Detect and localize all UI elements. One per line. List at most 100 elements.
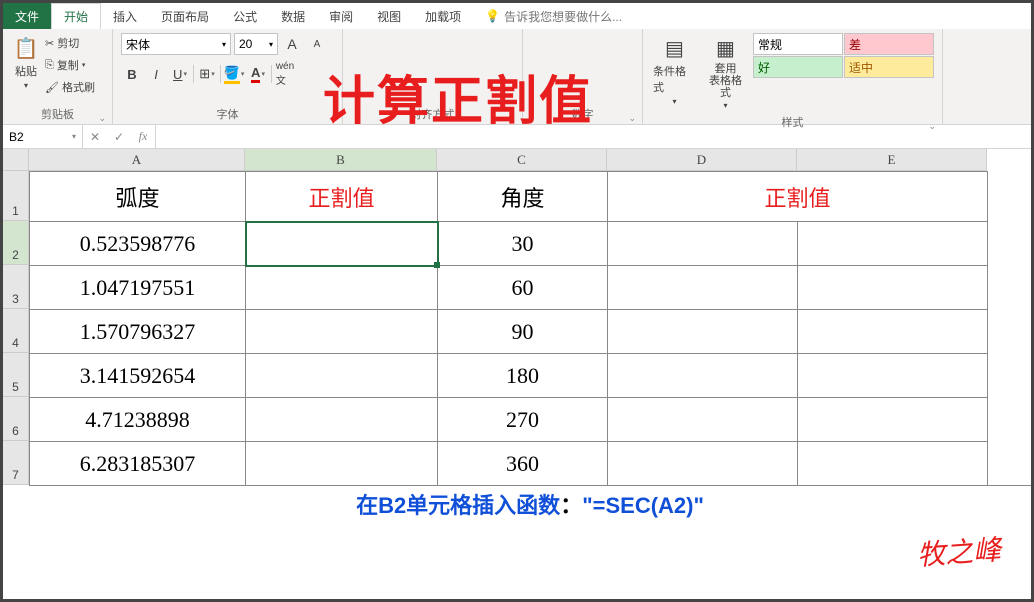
row-header-6[interactable]: 6 (3, 397, 29, 441)
cell[interactable]: 6.283185307 (30, 442, 246, 486)
cell[interactable] (246, 222, 438, 266)
select-all-corner[interactable] (3, 149, 29, 171)
row-header-2[interactable]: 2 (3, 221, 29, 265)
cell[interactable] (798, 266, 988, 310)
cell[interactable]: 1.570796327 (30, 310, 246, 354)
shrink-font-button[interactable]: A (306, 33, 328, 55)
header-cell[interactable]: 角度 (438, 172, 608, 222)
cell[interactable] (608, 266, 798, 310)
cell[interactable] (608, 222, 798, 266)
tell-me[interactable]: 💡告诉我您想要做什么... (473, 3, 634, 29)
cell[interactable] (608, 354, 798, 398)
bucket-icon: 🪣 (224, 65, 240, 84)
row-header-4[interactable]: 4 (3, 309, 29, 353)
tab-review[interactable]: 审阅 (317, 3, 365, 29)
cell[interactable]: 4.71238898 (30, 398, 246, 442)
cell[interactable] (798, 310, 988, 354)
tab-data[interactable]: 数据 (269, 3, 317, 29)
style-good[interactable]: 好 (753, 56, 843, 78)
header-cell[interactable]: 弧度 (30, 172, 246, 222)
header-cell[interactable]: 正割值 (246, 172, 438, 222)
bold-button[interactable]: B (121, 63, 143, 85)
col-header-D[interactable]: D (607, 149, 797, 171)
row-header-3[interactable]: 3 (3, 265, 29, 309)
borders-button[interactable]: ⊞ (196, 63, 218, 85)
cut-button[interactable]: ✂剪切 (45, 33, 95, 53)
cell[interactable] (246, 354, 438, 398)
font-color-button[interactable]: A (247, 63, 269, 85)
cell[interactable] (246, 398, 438, 442)
scissors-icon: ✂ (45, 37, 54, 50)
group-label-number: 数字 (531, 104, 634, 124)
font-size-combo[interactable]: 20▾ (234, 33, 278, 55)
clipboard-icon: 📋 (13, 35, 39, 61)
cell[interactable] (246, 310, 438, 354)
cell[interactable] (608, 442, 798, 486)
tab-view[interactable]: 视图 (365, 3, 413, 29)
fill-color-button[interactable]: 🪣 (223, 63, 245, 85)
cell[interactable]: 270 (438, 398, 608, 442)
tab-insert[interactable]: 插入 (101, 3, 149, 29)
copy-button[interactable]: ⎘复制▾ (45, 55, 95, 75)
name-box[interactable]: B2 (3, 125, 83, 148)
grow-font-button[interactable]: A (281, 33, 303, 55)
tab-layout[interactable]: 页面布局 (149, 3, 221, 29)
style-bad[interactable]: 差 (844, 33, 934, 55)
tab-home[interactable]: 开始 (51, 3, 101, 29)
cell[interactable] (246, 266, 438, 310)
cell[interactable] (798, 222, 988, 266)
style-neutral[interactable]: 适中 (844, 56, 934, 78)
style-normal[interactable]: 常规 (753, 33, 843, 55)
conditional-format-button[interactable]: ▤ 条件格式▾ (651, 33, 698, 108)
tab-file[interactable]: 文件 (3, 3, 51, 29)
table-icon: ▦ (713, 35, 739, 61)
accept-formula-button[interactable]: ✓ (107, 125, 131, 148)
col-header-C[interactable]: C (437, 149, 607, 171)
cell[interactable]: 360 (438, 442, 608, 486)
cell[interactable] (798, 354, 988, 398)
cell[interactable] (798, 398, 988, 442)
cond-format-icon: ▤ (662, 35, 688, 61)
cell[interactable] (798, 442, 988, 486)
italic-button[interactable]: I (145, 63, 167, 85)
font-name-combo[interactable]: 宋体▾ (121, 33, 231, 55)
cell[interactable]: 60 (438, 266, 608, 310)
paste-button[interactable]: 📋 粘贴 ▾ (11, 33, 41, 92)
col-header-B[interactable]: B (245, 149, 437, 171)
row-header-7[interactable]: 7 (3, 441, 29, 485)
format-painter-button[interactable]: 🖌格式刷 (45, 77, 95, 97)
cell[interactable] (608, 310, 798, 354)
ribbon-tabs: 文件 开始 插入 页面布局 公式 数据 审阅 视图 加载项 💡告诉我您想要做什么… (3, 3, 1031, 29)
row-header-5[interactable]: 5 (3, 353, 29, 397)
row-header-1[interactable]: 1 (3, 171, 29, 221)
cell[interactable]: 180 (438, 354, 608, 398)
ribbon: 📋 粘贴 ▾ ✂剪切 ⎘复制▾ 🖌格式刷 剪贴板 宋体▾ 20▾ A A B I (3, 29, 1031, 125)
col-header-E[interactable]: E (797, 149, 987, 171)
signature: 牧之峰 (916, 528, 1003, 574)
cell[interactable] (246, 442, 438, 486)
cancel-formula-button[interactable]: ✕ (83, 125, 107, 148)
phonetic-button[interactable]: wén文 (274, 63, 296, 85)
cell[interactable]: 3.141592654 (30, 354, 246, 398)
group-label-styles: 样式 (651, 112, 934, 132)
insert-function-button[interactable]: fx (131, 125, 155, 148)
header-cell[interactable]: 正割值 (608, 172, 988, 222)
cell[interactable]: 30 (438, 222, 608, 266)
underline-button[interactable]: U (169, 63, 191, 85)
group-label-align: 对齐方式 (351, 104, 514, 124)
group-label-font: 字体 (121, 104, 334, 124)
cell[interactable] (608, 398, 798, 442)
group-label-clipboard: 剪贴板 (11, 104, 104, 124)
brush-icon: 🖌 (45, 81, 59, 94)
copy-icon: ⎘ (45, 59, 54, 72)
tab-addin[interactable]: 加载项 (413, 3, 473, 29)
tab-formula[interactable]: 公式 (221, 3, 269, 29)
col-header-A[interactable]: A (29, 149, 245, 171)
footnote-text: 在B2单元格插入函数："=SEC(A2)" (356, 488, 704, 520)
cell-styles-gallery[interactable]: 常规 差 好 适中 (753, 33, 934, 78)
table-format-button[interactable]: ▦ 套用 表格格式▾ (702, 33, 749, 112)
cell[interactable]: 1.047197551 (30, 266, 246, 310)
cell[interactable]: 0.523598776 (30, 222, 246, 266)
spreadsheet-grid: ABCDE 1234567 弧度正割值角度正割值0.523598776301.0… (3, 149, 1031, 579)
cell[interactable]: 90 (438, 310, 608, 354)
